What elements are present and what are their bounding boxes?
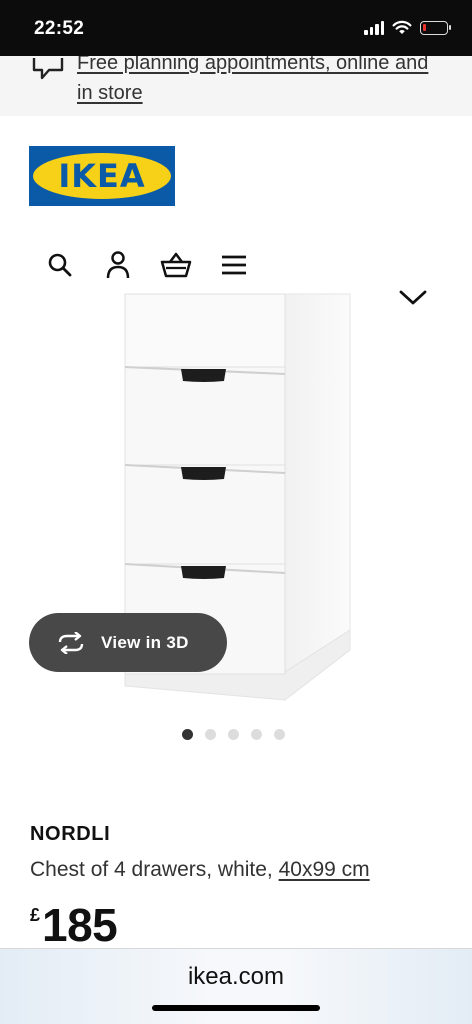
product-name: NORDLI	[30, 823, 111, 845]
basket-icon	[160, 252, 192, 278]
status-icons	[364, 20, 451, 35]
account-icon	[106, 251, 130, 279]
planning-appointments-link[interactable]: Free planning appointments, online and i…	[77, 56, 447, 108]
chat-bubble-icon	[32, 58, 64, 80]
logo-text: IKEA	[58, 157, 146, 195]
product-size-link[interactable]: 40x99 cm	[279, 858, 370, 881]
cellular-signal-icon	[364, 20, 384, 35]
rotate-3d-icon	[58, 631, 84, 654]
status-bar: 22:52	[0, 0, 472, 56]
carousel-dot[interactable]	[182, 729, 193, 740]
info-banner[interactable]: Free planning appointments, online and i…	[0, 56, 472, 116]
product-description: Chest of 4 drawers, white, 40x99 cm	[30, 858, 370, 882]
price-value: 185	[42, 899, 118, 951]
price-currency: £	[30, 905, 41, 925]
carousel-dot[interactable]	[205, 729, 216, 740]
product-description-text: Chest of 4 drawers, white,	[30, 858, 279, 881]
ikea-logo[interactable]: IKEA	[29, 146, 175, 206]
basket-button[interactable]	[160, 248, 192, 282]
menu-icon	[222, 255, 246, 275]
status-time: 22:52	[34, 18, 85, 39]
search-icon	[48, 253, 72, 277]
carousel-dot[interactable]	[251, 729, 262, 740]
chevron-down-icon[interactable]	[398, 288, 428, 308]
view-in-3d-label: View in 3D	[101, 632, 189, 652]
wifi-icon	[392, 20, 412, 34]
home-indicator[interactable]	[152, 1005, 320, 1011]
search-button[interactable]	[44, 248, 76, 282]
browser-address-bar[interactable]: ikea.com	[0, 948, 472, 1024]
address-text[interactable]: ikea.com	[0, 963, 472, 991]
carousel-dot[interactable]	[228, 729, 239, 740]
battery-icon	[420, 20, 451, 35]
view-in-3d-button[interactable]: View in 3D	[29, 613, 227, 672]
image-carousel-dots	[182, 729, 285, 740]
account-button[interactable]	[102, 248, 134, 282]
menu-button[interactable]	[218, 248, 250, 282]
carousel-dot[interactable]	[274, 729, 285, 740]
